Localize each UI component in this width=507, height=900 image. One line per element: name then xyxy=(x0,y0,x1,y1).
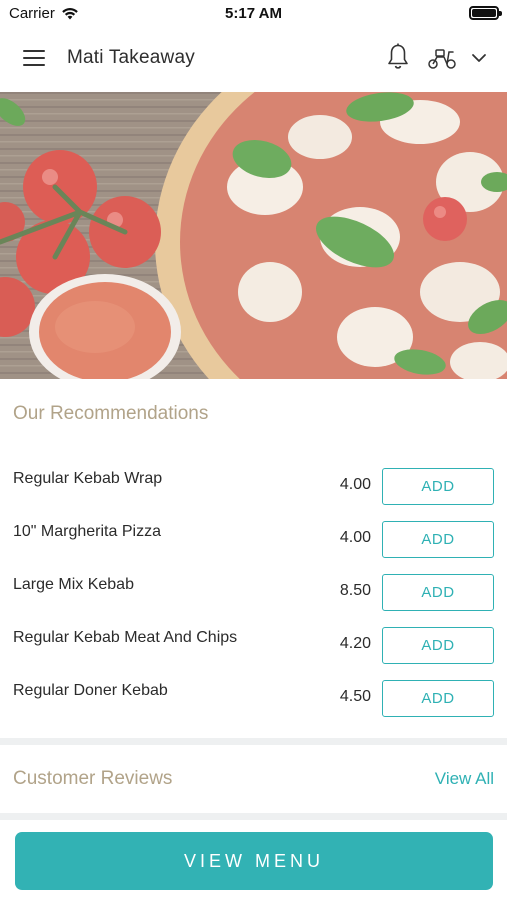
status-bar: Carrier 5:17 AM xyxy=(0,0,507,26)
item-name: Regular Doner Kebab xyxy=(13,682,168,699)
list-item: Regular Doner Kebab 4.50 ADD xyxy=(0,672,507,725)
view-all-link[interactable]: View All xyxy=(435,769,494,789)
item-name: Regular Kebab Wrap xyxy=(13,470,163,487)
list-item: Large Mix Kebab 8.50 ADD xyxy=(0,566,507,619)
list-item: 10" Margherita Pizza 4.00 ADD xyxy=(0,513,507,566)
reviews-title: Customer Reviews xyxy=(13,768,173,789)
item-name: Regular Kebab Meat And Chips xyxy=(13,629,238,646)
status-time: 5:17 AM xyxy=(225,5,282,22)
view-menu-button[interactable]: VIEW MENU xyxy=(15,832,493,890)
recommendations-title: Our Recommendations xyxy=(13,403,209,424)
section-divider xyxy=(0,813,507,820)
list-item: Regular Kebab Meat And Chips 4.20 ADD xyxy=(0,619,507,672)
add-button[interactable]: ADD xyxy=(382,468,494,505)
page-title: Mati Takeaway xyxy=(67,47,195,68)
menu-icon[interactable] xyxy=(23,50,45,66)
add-button[interactable]: ADD xyxy=(382,627,494,664)
item-price: 4.00 xyxy=(339,476,371,493)
recommendations-list: Regular Kebab Wrap 4.00 ADD 10" Margheri… xyxy=(0,460,507,725)
chevron-down-icon[interactable] xyxy=(471,52,487,64)
app-header: Mati Takeaway xyxy=(0,26,507,92)
item-price: 8.50 xyxy=(339,582,371,599)
section-divider xyxy=(0,738,507,745)
item-price: 4.00 xyxy=(339,529,371,546)
add-button[interactable]: ADD xyxy=(382,574,494,611)
add-button[interactable]: ADD xyxy=(382,521,494,558)
list-item: Regular Kebab Wrap 4.00 ADD xyxy=(0,460,507,513)
item-name: Large Mix Kebab xyxy=(13,576,134,593)
hero-image xyxy=(0,92,507,379)
scooter-icon[interactable] xyxy=(427,46,457,70)
pizza-illustration xyxy=(0,92,507,379)
item-price: 4.20 xyxy=(339,635,371,652)
item-name: 10" Margherita Pizza xyxy=(13,523,161,540)
item-price: 4.50 xyxy=(339,688,371,705)
bell-icon[interactable] xyxy=(386,43,410,71)
add-button[interactable]: ADD xyxy=(382,680,494,717)
battery-icon xyxy=(469,6,502,20)
